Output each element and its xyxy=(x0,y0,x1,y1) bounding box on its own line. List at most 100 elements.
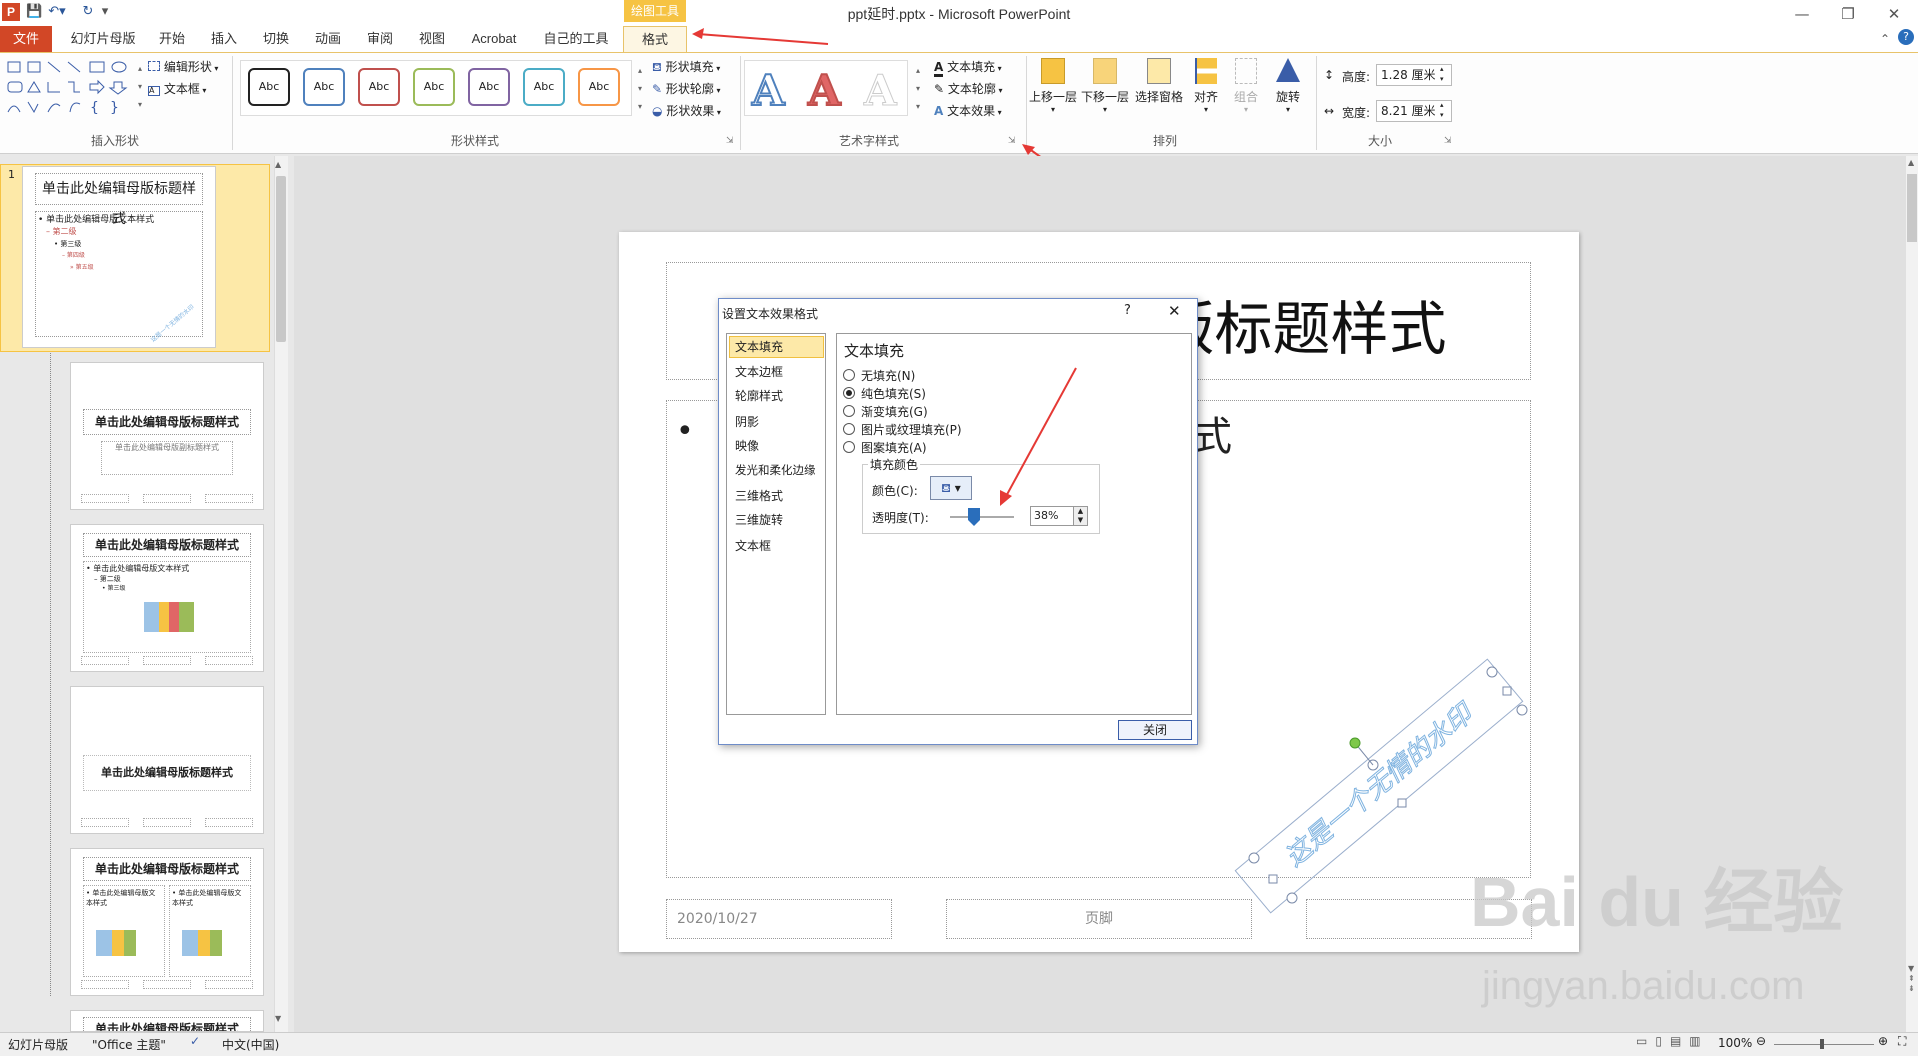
help-icon[interactable]: ? xyxy=(1898,29,1914,45)
dialog-launcher-icon[interactable]: ⇲ xyxy=(726,136,734,146)
shapes-gallery-scroll[interactable]: ▴ ▾ ▾ xyxy=(138,60,148,114)
fit-slide-icon[interactable]: ⛶ xyxy=(1898,1034,1906,1049)
minimize-button[interactable]: — xyxy=(1782,2,1822,26)
zoom-in-icon[interactable]: ⊕ xyxy=(1878,1034,1888,1048)
editor-scroll-thumb[interactable] xyxy=(1907,174,1917,242)
transparency-spinner[interactable]: ▲ ▼ xyxy=(1074,506,1088,526)
thumbnail-layout-partial[interactable]: 单击此处编辑母版标题样式 xyxy=(70,1010,264,1032)
group-button[interactable]: 组合 ▾ xyxy=(1228,58,1264,114)
scroll-down-icon[interactable]: ▼ xyxy=(275,1014,281,1023)
group-label-arrange: 排列 xyxy=(1152,134,1177,148)
category-text-fill[interactable]: 文本填充 xyxy=(733,337,823,357)
shape-style-swatch[interactable]: Abc xyxy=(413,68,455,106)
rotate-label: 旋转 xyxy=(1275,90,1300,104)
scroll-up-icon[interactable]: ▲ xyxy=(275,160,281,169)
wordart-gallery-scroll[interactable]: ▴ ▾ ▾ xyxy=(912,62,924,116)
dialog-close-x-button[interactable]: ✕ xyxy=(1168,302,1181,320)
dialog-close-button[interactable]: 关闭 xyxy=(1118,720,1192,740)
wordart-style-blue[interactable]: A xyxy=(751,65,786,116)
shape-style-swatch[interactable]: Abc xyxy=(468,68,510,106)
height-spinner[interactable]: ▴ ▾ xyxy=(1440,64,1444,84)
transparency-slider-thumb[interactable] xyxy=(968,508,981,526)
radio-pattern-fill[interactable] xyxy=(843,441,855,453)
shape-style-swatch[interactable]: Abc xyxy=(248,68,290,106)
zoom-level[interactable]: 100% xyxy=(1718,1036,1752,1050)
tab-insert[interactable]: 插入 xyxy=(202,26,246,52)
wordart-style-white[interactable]: A xyxy=(864,66,898,116)
selection-pane-button[interactable]: 选择窗格 xyxy=(1134,58,1184,105)
category-3d-format[interactable]: 三维格式 xyxy=(733,486,823,506)
text-box-label: 文本框 xyxy=(163,82,200,96)
tab-transitions[interactable]: 切换 xyxy=(254,26,298,52)
radio-solid-fill[interactable] xyxy=(843,387,855,399)
tab-animations[interactable]: 动画 xyxy=(306,26,350,52)
wordart-style-red[interactable]: A xyxy=(807,65,842,116)
radio-picture-fill[interactable] xyxy=(843,423,855,435)
close-window-button[interactable]: ✕ xyxy=(1874,2,1914,26)
color-picker-button[interactable]: ⛾ ▾ xyxy=(930,476,972,500)
edit-shape-button[interactable]: 编辑形状 ▾ xyxy=(148,58,218,75)
tab-view[interactable]: 视图 xyxy=(410,26,454,52)
align-button[interactable]: 对齐 ▾ xyxy=(1188,58,1224,114)
shape-style-swatch[interactable]: Abc xyxy=(578,68,620,106)
thumbnail-layout-two-content[interactable]: 单击此处编辑母版标题样式 • 单击此处编辑母版文本样式 • 单击此处编辑母版文本… xyxy=(70,848,264,996)
tab-format[interactable]: 格式 xyxy=(623,26,687,52)
category-shadow[interactable]: 阴影 xyxy=(733,412,823,432)
category-text-box[interactable]: 文本框 xyxy=(733,536,823,556)
shapes-gallery[interactable]: { } xyxy=(6,60,136,116)
thumbnail-scroll-thumb[interactable] xyxy=(276,176,286,342)
collapse-ribbon-icon[interactable]: ⌃ xyxy=(1880,32,1890,46)
radio-gradient-fill[interactable] xyxy=(843,405,855,417)
shape-style-swatch[interactable]: Abc xyxy=(303,68,345,106)
thumbnail-layout-title[interactable]: 单击此处编辑母版标题样式 单击此处编辑母版副标题样式 xyxy=(70,362,264,510)
shape-style-swatch[interactable]: Abc xyxy=(523,68,565,106)
category-outline-style[interactable]: 轮廓样式 xyxy=(733,386,823,406)
text-effects-button[interactable]: A 文本效果 ▾ xyxy=(934,102,1002,119)
width-icon: ↔ xyxy=(1324,104,1335,118)
category-glow-soft-edges[interactable]: 发光和柔化边缘 xyxy=(733,460,829,480)
shape-outline-button[interactable]: ✎ 形状轮廓 ▾ xyxy=(652,80,720,97)
radio-no-fill[interactable] xyxy=(843,369,855,381)
zoom-slider[interactable] xyxy=(1774,1044,1874,1045)
shape-style-swatch[interactable]: Abc xyxy=(358,68,400,106)
transparency-input[interactable]: 38% xyxy=(1030,506,1074,526)
category-reflection[interactable]: 映像 xyxy=(733,436,823,456)
size-dialog-launcher-icon[interactable]: ⇲ xyxy=(1444,136,1452,146)
tab-acrobat[interactable]: Acrobat xyxy=(462,26,526,52)
tab-file[interactable]: 文件 xyxy=(0,26,52,52)
rotate-button[interactable]: 旋转 ▾ xyxy=(1270,58,1306,114)
text-box-button[interactable]: A 文本框 ▾ xyxy=(148,80,206,97)
thumbnail-slide-master[interactable]: 单击此处编辑母版标题样式 • 单击此处编辑母版文本样式 – 第二级 • 第三级 … xyxy=(22,166,216,348)
slide-footer-placeholder[interactable]: 页脚 xyxy=(946,899,1252,939)
spellcheck-icon[interactable]: ✓ xyxy=(190,1034,200,1048)
shape-styles-scroll[interactable]: ▴ ▾ ▾ xyxy=(634,62,646,116)
text-fill-button[interactable]: A 文本填充 ▾ xyxy=(934,58,1002,77)
tab-my-tools[interactable]: 自己的工具 xyxy=(538,26,614,52)
editor-scroll-down-icon[interactable]: ▼ ⇞ ⇟ xyxy=(1908,964,1915,994)
slide-date-placeholder[interactable]: 2020/10/27 xyxy=(666,899,892,939)
send-backward-button[interactable]: 下移一层 ▾ xyxy=(1080,58,1130,114)
shape-fill-button[interactable]: ⛾ 形状填充 ▾ xyxy=(652,58,720,76)
zoom-slider-thumb[interactable] xyxy=(1820,1039,1824,1049)
editor-scroll-up-icon[interactable]: ▲ xyxy=(1908,158,1914,167)
tab-home[interactable]: 开始 xyxy=(150,26,194,52)
wordart-dialog-launcher-icon[interactable]: ⇲ xyxy=(1008,136,1016,146)
thumbnail-layout-section[interactable]: 单击此处编辑母版标题样式 xyxy=(70,686,264,834)
shape-effects-button[interactable]: ◒ 形状效果 ▾ xyxy=(652,102,721,119)
zoom-out-icon[interactable]: ⊖ xyxy=(1756,1034,1766,1048)
dialog-help-button[interactable]: ? xyxy=(1124,303,1131,318)
editor-scrollbar[interactable] xyxy=(1906,156,1918,1032)
category-text-border[interactable]: 文本边框 xyxy=(733,362,823,382)
view-buttons-icons[interactable]: ▭▯▤▥ xyxy=(1636,1034,1709,1048)
text-outline-button[interactable]: ✎ 文本轮廓 ▾ xyxy=(934,80,1002,97)
tab-review[interactable]: 审阅 xyxy=(358,26,402,52)
transparency-slider-track[interactable] xyxy=(950,516,1014,518)
category-3d-rotation[interactable]: 三维旋转 xyxy=(733,510,823,530)
width-spinner[interactable]: ▴ ▾ xyxy=(1440,100,1444,120)
transparency-label: 透明度(T): xyxy=(872,511,929,525)
thumbnail-layout-content[interactable]: 单击此处编辑母版标题样式 • 单击此处编辑母版文本样式 – 第二级 • 第三级 xyxy=(70,524,264,672)
restore-button[interactable]: ❐ xyxy=(1828,2,1868,26)
tab-slide-master[interactable]: 幻灯片母版 xyxy=(68,26,138,52)
bring-forward-button[interactable]: 上移一层 ▾ xyxy=(1028,58,1078,114)
thumb-master-title: 单击此处编辑母版标题样式 xyxy=(35,173,203,227)
